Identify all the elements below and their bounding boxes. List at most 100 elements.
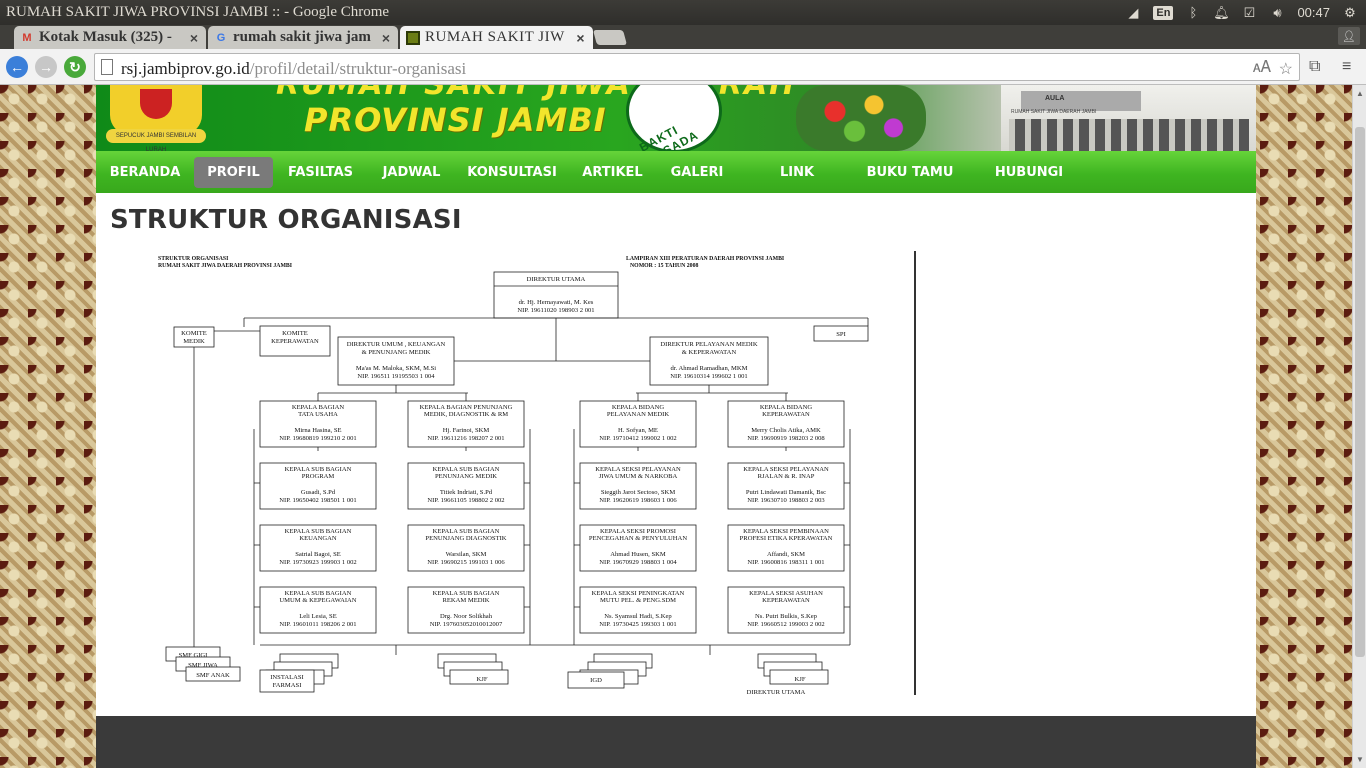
org-chart-image: STRUKTUR ORGANISASI RUMAH SAKIT JIWA DAER… bbox=[110, 251, 916, 695]
org-unit-title1: KEPALA BIDANG bbox=[760, 404, 813, 411]
site-icon bbox=[406, 30, 420, 45]
org-chart-svg: STRUKTUR ORGANISASIRUMAH SAKIT JIWA DAER… bbox=[158, 256, 869, 695]
org-unit-nip: NIP. 19611216 198207 2 001 bbox=[427, 435, 504, 442]
window-titlebar: RUMAH SAKIT JIWA PROVINSI JAMBI :: - Goo… bbox=[0, 0, 1366, 25]
crest-motto: SEPUCUK JAMBI SEMBILAN LURAH bbox=[106, 129, 206, 151]
org-unit-title2: RJALAN & R. INAP bbox=[758, 473, 815, 480]
komite-keperawatan-label1: KOMITE bbox=[282, 330, 308, 337]
address-bar[interactable]: rsj.jambiprov.go.id/profil/detail/strukt… bbox=[94, 53, 1300, 81]
reload-button[interactable]: ↻ bbox=[64, 56, 86, 78]
profile-icon[interactable]: 👤︎ bbox=[1338, 27, 1360, 45]
org-unit-title1: KEPALA SEKSI PELAYANAN bbox=[743, 466, 829, 473]
nav-beranda[interactable]: BERANDA bbox=[106, 157, 184, 188]
org-unit-title1: KEPALA SEKSI PROMOSI bbox=[600, 528, 676, 535]
chart-heading-left1: STRUKTUR ORGANISASI bbox=[158, 256, 229, 262]
forward-button[interactable]: → bbox=[35, 56, 57, 78]
site-footer bbox=[96, 716, 1256, 768]
direktur-umum-nip: NIP. 196511 19195503 1 004 bbox=[357, 373, 435, 380]
org-unit-title1: KEPALA SEKSI PELAYANAN bbox=[595, 466, 681, 473]
scroll-down-icon[interactable]: ▼ bbox=[1356, 755, 1364, 764]
scrollbar-thumb[interactable] bbox=[1355, 127, 1365, 657]
org-unit-name: Gusadi, S.Pd bbox=[301, 489, 336, 496]
bluetooth-icon[interactable]: ᛒ bbox=[1185, 5, 1201, 21]
direktur-pelayanan-name: dr. Ahmad Ramadhan, MKM bbox=[670, 365, 747, 372]
direktur-signature-label: DIREKTUR UTAMA bbox=[747, 689, 806, 695]
org-unit-nip: NIP. 19661105 198802 2 002 bbox=[427, 497, 504, 504]
org-unit-title2: JIWA UMUM & NARKOBA bbox=[599, 473, 678, 480]
nav-hubungi-kami[interactable]: HUBUNGI KAMI bbox=[974, 157, 1084, 211]
direktur-utama-title: DIREKTUR UTAMA bbox=[527, 276, 586, 283]
nav-fasiltas[interactable]: FASILTAS bbox=[282, 157, 359, 188]
org-unit-nip: NIP. 19730923 199903 1 002 bbox=[279, 559, 356, 566]
page-viewport: SEPUCUK JAMBI SEMBILAN LURAH RUMAH SAKIT… bbox=[0, 85, 1352, 768]
bookmark-star-icon[interactable]: ☆ bbox=[1279, 59, 1293, 79]
tab-rsj-active[interactable]: RUMAH SAKIT JIW × bbox=[400, 26, 593, 49]
direktur-utama-name: dr. Hj. Hernayawati, M. Kes bbox=[519, 299, 594, 306]
hospital-building-image: AULA RUMAH SAKIT JIWA DAERAH JAMBI bbox=[1001, 85, 1256, 151]
nav-galeri[interactable]: GALERI bbox=[664, 157, 730, 188]
org-unit-name: Sieggih Jarot Sectoso, SKM bbox=[601, 489, 676, 496]
kjf-label-2: KJF bbox=[795, 676, 806, 683]
tab-label: RUMAH SAKIT JIW bbox=[425, 29, 565, 45]
gmail-icon: M bbox=[22, 31, 32, 44]
direktur-umum-name: Ma'as M. Maloka, SKM, M.Si bbox=[356, 365, 436, 372]
menu-icon[interactable]: ≡ bbox=[1342, 58, 1351, 76]
org-unit-name: Affandi, SKM bbox=[767, 551, 805, 558]
spi-label: SPI bbox=[836, 331, 846, 338]
scroll-up-icon[interactable]: ▲ bbox=[1356, 89, 1364, 98]
org-unit-title1: KEPALA SEKSI PENINGKATAN bbox=[592, 590, 685, 597]
org-unit-name: H. Sofyan, ME bbox=[618, 427, 658, 434]
nav-profil[interactable]: PROFIL bbox=[194, 157, 273, 188]
extension-icon[interactable]: ⧉ bbox=[1309, 58, 1320, 76]
site-banner: SEPUCUK JAMBI SEMBILAN LURAH RUMAH SAKIT… bbox=[96, 85, 1256, 151]
nav-jadwal[interactable]: JADWAL bbox=[374, 157, 449, 188]
chart-heading-right1: LAMPIRAN XIII PERATURAN DAERAH PROVINSI … bbox=[626, 256, 785, 262]
nav-link-terkait[interactable]: LINK TERKAIT bbox=[748, 157, 846, 211]
tab-gmail[interactable]: M Kotak Masuk (325) - × bbox=[14, 26, 206, 49]
banner-name-line2: PROVINSI JAMBI bbox=[304, 101, 607, 139]
org-unit-name: Ns. Syamsul Hadi, S.Kep bbox=[604, 613, 672, 620]
province-crest-logo bbox=[110, 85, 202, 135]
nav-buku-tamu[interactable]: BUKU TAMU bbox=[864, 157, 956, 188]
igd-label: IGD bbox=[590, 677, 602, 684]
org-unit-title1: KEPALA SUB BAGIAN bbox=[433, 590, 500, 597]
close-icon[interactable]: × bbox=[382, 30, 390, 46]
checkbox-icon[interactable]: ☑ bbox=[1241, 5, 1257, 21]
keyboard-layout-indicator[interactable]: En bbox=[1153, 5, 1174, 20]
signal-icon[interactable]: ◢ bbox=[1125, 5, 1141, 21]
kjf-label-1: KJF bbox=[477, 676, 488, 683]
translate-icon[interactable]: 🗚 bbox=[1253, 59, 1271, 77]
org-unit-title2: UMUM & KEPEGAWAIAN bbox=[279, 597, 356, 604]
org-unit-title2: PROGRAM bbox=[302, 473, 335, 480]
org-unit-title1: KEPALA SUB BAGIAN bbox=[285, 528, 352, 535]
org-unit-title1: KEPALA BAGIAN PENUNJANG bbox=[420, 404, 513, 411]
vertical-scrollbar[interactable]: ▲ ▼ bbox=[1352, 85, 1366, 768]
nav-artikel[interactable]: ARTIKEL bbox=[576, 157, 649, 188]
org-unit-title2: PENUNJANG MEDIK bbox=[435, 473, 497, 480]
org-unit-name: Drg. Noor Solikhah bbox=[440, 613, 493, 620]
org-unit-nip: NIP. 19710412 199002 1 002 bbox=[599, 435, 676, 442]
tab-label: rumah sakit jiwa jam bbox=[233, 29, 371, 45]
page-icon bbox=[101, 59, 113, 75]
org-unit-title2: KEPERAWATAN bbox=[762, 597, 810, 604]
back-button[interactable]: ← bbox=[6, 56, 28, 78]
direktur-utama-nip: NIP. 19611020 198903 2 001 bbox=[517, 307, 594, 314]
clock[interactable]: 00:47 bbox=[1297, 5, 1330, 20]
notification-bell-icon[interactable]: 🔔︎ bbox=[1213, 5, 1230, 21]
nav-konsultasi[interactable]: KONSULTASI bbox=[466, 157, 558, 188]
volume-icon[interactable]: 🔊︎ bbox=[1269, 5, 1285, 21]
system-tray: ◢ En ᛒ 🔔︎ ☑ 🔊︎ 00:47 ⚙ bbox=[1125, 0, 1358, 25]
new-tab-button[interactable] bbox=[592, 30, 628, 45]
power-gear-icon[interactable]: ⚙ bbox=[1342, 5, 1358, 21]
org-unit-name: Ns. Putri Bulkis, S.Kep bbox=[755, 613, 818, 620]
instalasi-label2: FARMASI bbox=[273, 682, 302, 689]
smf-anak-label: SMF ANAK bbox=[196, 672, 230, 679]
close-icon[interactable]: × bbox=[576, 30, 585, 46]
org-unit-name: Mirna Hasina, SE bbox=[294, 427, 341, 434]
org-unit-name: Putri Lindawati Damanik, Bsc bbox=[746, 489, 826, 496]
url-text[interactable]: rsj.jambiprov.go.id/profil/detail/strukt… bbox=[121, 59, 466, 79]
tab-google-search[interactable]: G rumah sakit jiwa jam × bbox=[208, 26, 398, 49]
url-host: rsj.jambiprov.go.id bbox=[121, 59, 250, 78]
org-unit-title2: MUTU PEL. & PENG.SDM bbox=[600, 597, 676, 604]
close-icon[interactable]: × bbox=[190, 30, 198, 46]
